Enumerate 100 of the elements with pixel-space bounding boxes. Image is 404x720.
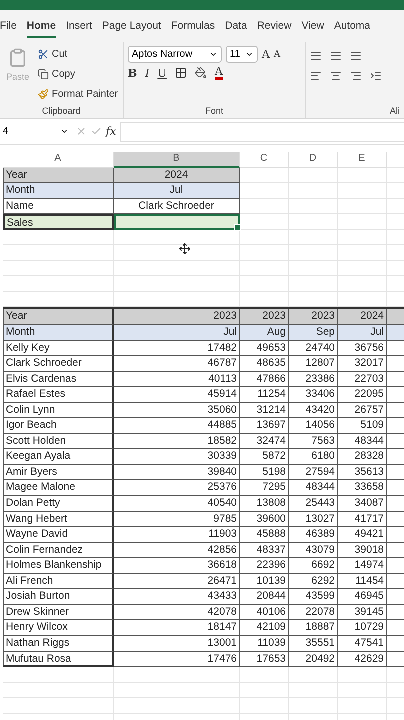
ribbon-tab[interactable]: Page Layout bbox=[102, 14, 162, 38]
ribbon-tab[interactable]: View bbox=[302, 14, 324, 38]
copy-button[interactable]: Copy bbox=[38, 66, 118, 83]
table-cell: 43599 bbox=[289, 589, 338, 605]
align-bottom-icon[interactable] bbox=[350, 50, 362, 62]
table-cell: 39145 bbox=[338, 604, 387, 620]
column-header[interactable]: B bbox=[114, 152, 240, 168]
ribbon-tab[interactable]: Home bbox=[26, 14, 56, 38]
align-right-icon[interactable] bbox=[350, 70, 362, 82]
table-cell: Holmes Blankenship bbox=[3, 558, 114, 574]
clipboard-icon bbox=[8, 48, 28, 68]
cut-button[interactable]: Cut bbox=[38, 46, 118, 63]
align-middle-icon[interactable] bbox=[330, 50, 342, 62]
empty-cell bbox=[338, 260, 387, 276]
name-box[interactable]: 4 bbox=[0, 126, 72, 137]
empty-cell bbox=[338, 682, 387, 698]
table-cell: Elvis Cardenas bbox=[3, 372, 114, 388]
fill-handle[interactable] bbox=[234, 224, 241, 231]
empty-cell bbox=[289, 168, 338, 184]
table-cell: 48344 bbox=[289, 480, 338, 496]
empty-cell bbox=[289, 214, 338, 230]
table-cell: 2023 bbox=[114, 309, 240, 326]
table-cell: 35551 bbox=[289, 636, 338, 652]
ribbon-tab[interactable]: Review bbox=[257, 14, 292, 38]
empty-cell bbox=[240, 276, 289, 292]
font-size-field[interactable]: 11 bbox=[226, 46, 258, 63]
check-icon[interactable] bbox=[91, 126, 102, 137]
table-cell: 39018 bbox=[338, 542, 387, 558]
ribbon-tab[interactable]: Formulas bbox=[171, 14, 216, 38]
empty-cell bbox=[289, 183, 338, 199]
group-label: Clipboard bbox=[41, 106, 82, 116]
table-cell: Drew Skinner bbox=[3, 604, 114, 620]
table-cell: Josiah Burton bbox=[3, 589, 114, 605]
table-cell: 32474 bbox=[240, 434, 289, 450]
column-header[interactable]: C bbox=[240, 152, 289, 168]
table-cell: 34087 bbox=[338, 496, 387, 512]
table-cell: 46945 bbox=[338, 589, 387, 605]
table-cell: 42109 bbox=[240, 620, 289, 636]
borders-icon[interactable] bbox=[174, 67, 187, 79]
align-left-icon[interactable] bbox=[310, 70, 322, 82]
empty-cell bbox=[289, 698, 338, 714]
move-cursor-icon bbox=[179, 243, 191, 255]
table-cell: 26757 bbox=[338, 402, 387, 418]
empty-cell bbox=[240, 292, 289, 308]
ribbon-tab[interactable]: Automa bbox=[334, 14, 370, 38]
brush-icon bbox=[38, 89, 49, 100]
table-cell: 2023 bbox=[240, 309, 289, 326]
table-cell: 7295 bbox=[240, 480, 289, 496]
table-cell: Clark Schroeder bbox=[3, 356, 114, 372]
table-cell: 5872 bbox=[240, 449, 289, 465]
chevron-icon bbox=[60, 127, 69, 136]
bold-button[interactable]: B bbox=[128, 66, 138, 80]
indent-icon[interactable] bbox=[370, 70, 382, 82]
ribbon-tab[interactable]: File bbox=[0, 14, 17, 38]
table-cell: 33658 bbox=[338, 480, 387, 496]
table-cell: 6692 bbox=[289, 558, 338, 574]
table-cell: Name bbox=[3, 198, 114, 214]
table-cell: 14056 bbox=[289, 418, 338, 434]
table-cell: Dolan Petty bbox=[3, 496, 114, 512]
table-cell: 23386 bbox=[289, 372, 338, 388]
empty-cell bbox=[289, 245, 338, 261]
align-top-icon[interactable] bbox=[310, 50, 322, 62]
italic-button[interactable]: I bbox=[145, 66, 150, 80]
table-cell: 11254 bbox=[240, 387, 289, 403]
table-cell: 14974 bbox=[338, 558, 387, 574]
table-cell: 41717 bbox=[338, 512, 387, 528]
table-cell: 17476 bbox=[114, 652, 240, 668]
ribbon-tab[interactable]: Data bbox=[225, 14, 248, 38]
column-header[interactable]: A bbox=[3, 152, 114, 168]
table-cell: 43420 bbox=[289, 402, 338, 418]
empty-cell bbox=[289, 276, 338, 292]
table-cell: 26471 bbox=[114, 574, 240, 590]
table-cell: 42629 bbox=[338, 652, 387, 668]
table-cell: 40113 bbox=[114, 372, 240, 388]
empty-cell bbox=[289, 682, 338, 698]
format-painter-button[interactable]: Format Painter bbox=[38, 86, 118, 103]
fill-color-icon[interactable] bbox=[194, 67, 207, 79]
insert-function-button[interactable]: fx bbox=[106, 125, 116, 138]
table-cell: 46389 bbox=[289, 527, 338, 543]
table-cell: Ali French bbox=[3, 574, 114, 590]
table-cell: 13001 bbox=[114, 636, 240, 652]
table-cell: Rafael Estes bbox=[3, 387, 114, 403]
shrink-font-button[interactable]: A bbox=[274, 50, 280, 60]
table-cell: 18582 bbox=[114, 434, 240, 450]
table-cell: 49653 bbox=[240, 340, 289, 356]
ribbon-tab[interactable]: Insert bbox=[66, 14, 92, 38]
grow-font-button[interactable]: A bbox=[262, 48, 270, 61]
column-header[interactable]: D bbox=[289, 152, 338, 168]
font-color-button[interactable]: A bbox=[214, 66, 223, 80]
table-cell: 22078 bbox=[289, 604, 338, 620]
table-cell: Scott Holden bbox=[3, 434, 114, 450]
font-name-field[interactable]: Aptos Narrow bbox=[128, 46, 222, 63]
align-center-icon[interactable] bbox=[330, 70, 342, 82]
formula-input[interactable] bbox=[120, 122, 404, 142]
table-cell: 11454 bbox=[338, 574, 387, 590]
table-cell: Magee Malone bbox=[3, 480, 114, 496]
table-cell: Mufutau Rosa bbox=[3, 652, 114, 668]
underline-button[interactable]: U bbox=[158, 66, 167, 80]
table-cell: 42078 bbox=[114, 604, 240, 620]
column-header[interactable]: E bbox=[338, 152, 387, 168]
